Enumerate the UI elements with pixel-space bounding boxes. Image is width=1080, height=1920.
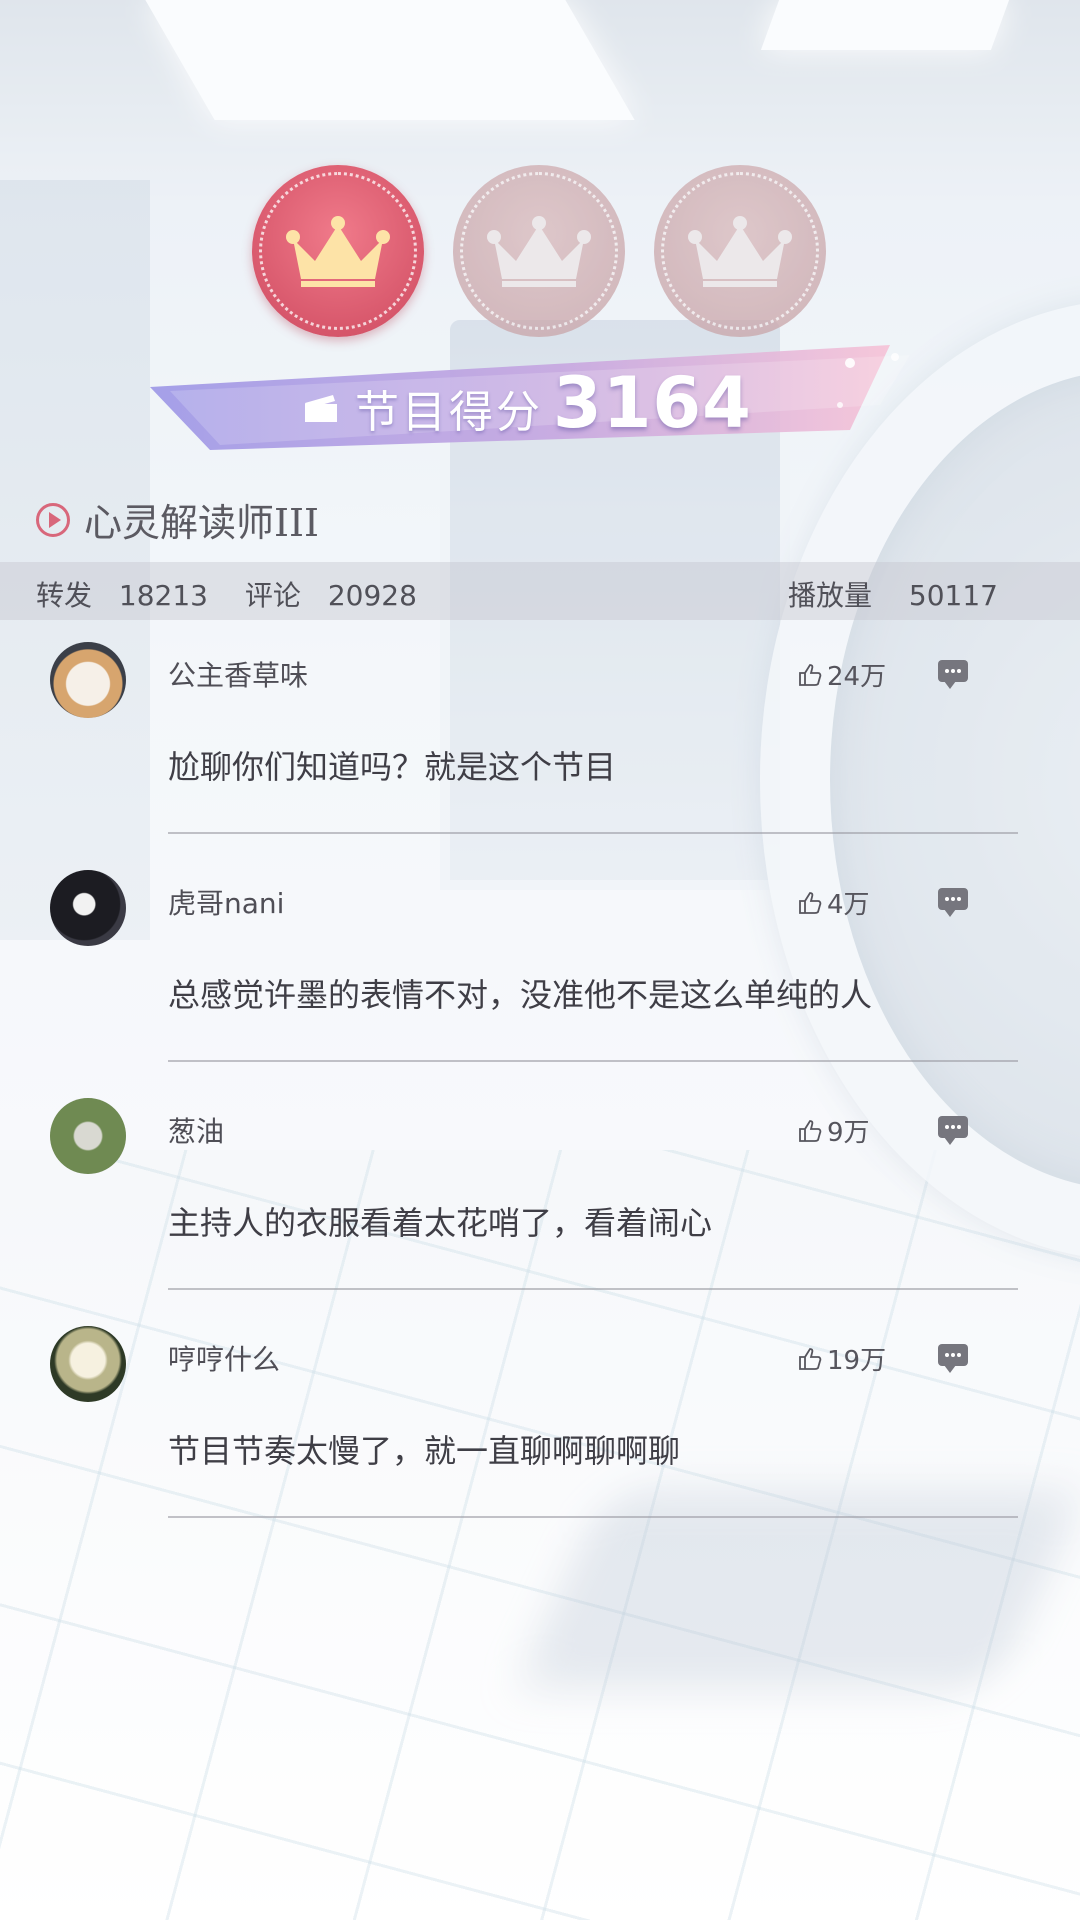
crown-icon [688,216,792,287]
reply-icon[interactable] [938,660,968,689]
flower-avatar[interactable] [50,1326,126,1402]
cat-avatar[interactable] [50,870,126,946]
play-label: 播放量 [788,579,873,612]
crown-badge-3 [654,165,826,337]
like-button[interactable]: 24万 [797,656,886,693]
share-count: 18213 [118,579,208,612]
divider [168,832,1018,834]
divider [168,1516,1018,1518]
score-value: 3164 [553,362,752,444]
comment-text: 节目节奏太慢了，就一直聊啊聊啊聊 [168,1432,681,1470]
clapperboard-icon [305,395,337,422]
comment-item: 葱油 9万 主持人的衣服看着太花哨了，看着闹心 [0,1098,1080,1326]
comment-username[interactable]: 虎哥nani [168,882,284,922]
dog-avatar[interactable] [50,642,126,718]
statue-avatar[interactable] [50,1098,126,1174]
comment-username[interactable]: 葱油 [168,1110,224,1150]
comment-username[interactable]: 哼哼什么 [168,1338,280,1378]
score-label: 节目得分 [355,387,543,438]
like-count: 24万 [827,662,887,692]
crown-badge-2 [453,165,625,337]
like-button[interactable]: 9万 [797,1112,870,1149]
play-icon[interactable] [36,502,70,537]
play-count: 50117 [908,579,998,612]
comment-item: 哼哼什么 19万 节目节奏太慢了，就一直聊啊聊啊聊 [0,1326,1080,1554]
comment-text: 尬聊你们知道吗？就是这个节目 [168,748,617,786]
reply-icon[interactable] [938,888,968,917]
comment-text: 总感觉许墨的表情不对，没准他不是这么单纯的人 [168,976,873,1014]
comment-item: 虎哥nani 4万 总感觉许墨的表情不对，没准他不是这么单纯的人 [0,870,1080,1098]
program-title-row[interactable]: 心灵解读师III [36,492,319,547]
crown-icon [487,216,591,287]
stats-bar: 转发 18213 评论 20928 播放量 50117 [0,562,1080,620]
like-count: 9万 [827,1118,870,1148]
comment-label: 评论 [244,579,301,612]
thumbs-up-icon [799,891,822,914]
reply-icon[interactable] [938,1116,968,1145]
like-button[interactable]: 4万 [797,884,870,921]
thumbs-up-icon [799,663,822,686]
crown-badge-1 [252,165,424,337]
like-button[interactable]: 19万 [797,1340,886,1377]
divider [168,1288,1018,1290]
thumbs-up-icon [799,1119,822,1142]
thumbs-up-icon [799,1347,822,1370]
crown-icon [286,216,390,287]
comment-count: 20928 [327,579,417,612]
like-count: 4万 [827,890,870,920]
comment-item: 公主香草味 24万 尬聊你们知道吗？就是这个节目 [0,642,1080,870]
reply-icon[interactable] [938,1344,968,1373]
like-count: 19万 [827,1346,887,1376]
program-title: 心灵解读师III [84,501,320,545]
share-label: 转发 [36,579,93,612]
comment-text: 主持人的衣服看着太花哨了，看着闹心 [168,1204,713,1242]
comment-username[interactable]: 公主香草味 [168,654,308,694]
divider [168,1060,1018,1062]
